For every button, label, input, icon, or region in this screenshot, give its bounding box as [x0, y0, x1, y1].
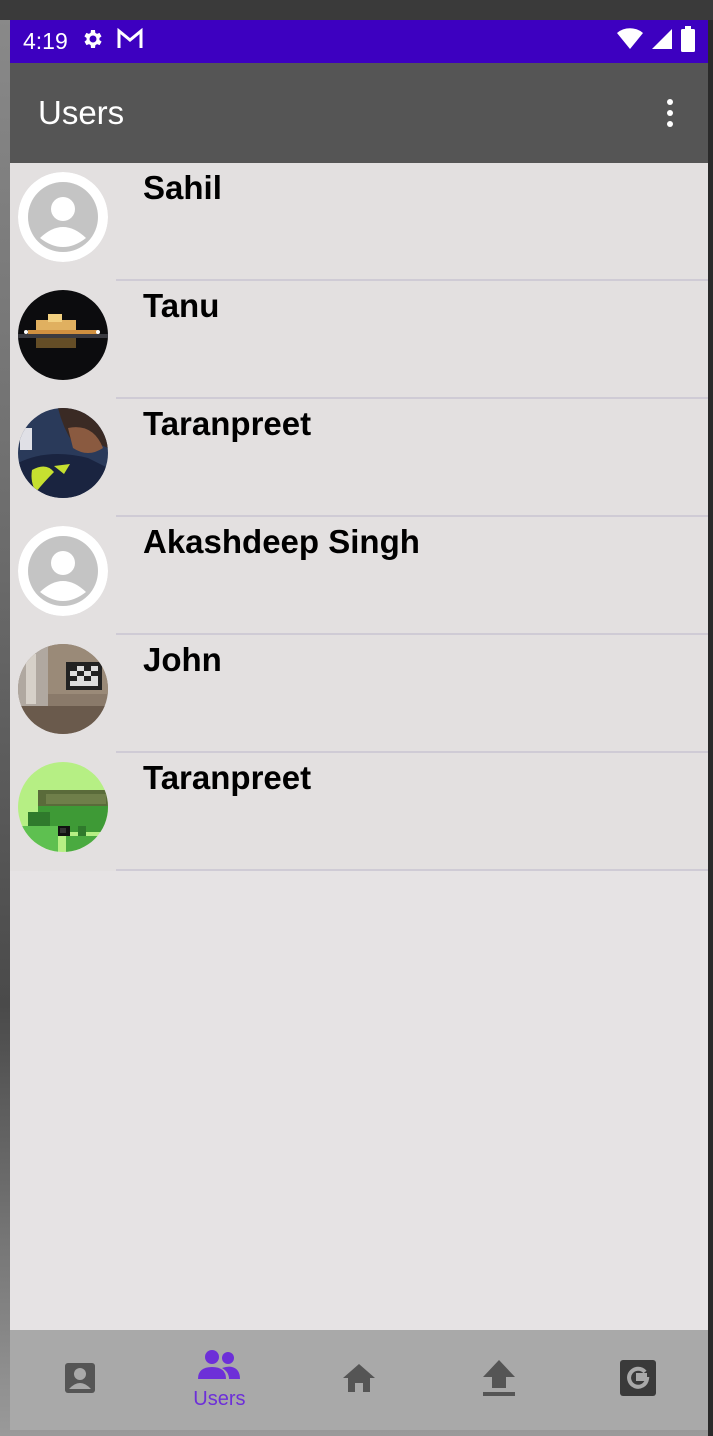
- more-vert-icon-dot: [667, 121, 673, 127]
- user-name: Taranpreet: [143, 759, 312, 796]
- avatar: [18, 526, 108, 616]
- group-icon: [198, 1349, 241, 1386]
- avatar: [18, 644, 108, 734]
- more-vert-icon: [667, 99, 673, 105]
- contact-icon: [63, 1361, 97, 1400]
- avatar: [18, 408, 108, 498]
- list-item[interactable]: Taranpreet: [10, 399, 708, 517]
- list-item[interactable]: Akashdeep Singh: [10, 517, 708, 635]
- user-name: Taranpreet: [143, 405, 312, 442]
- user-name: Sahil: [143, 169, 222, 206]
- upload-icon: [481, 1359, 517, 1402]
- nav-item-home[interactable]: [289, 1330, 429, 1430]
- status-time: 4:19: [23, 28, 68, 54]
- user-name: John: [143, 641, 222, 678]
- avatar: [18, 172, 108, 262]
- user-name: Akashdeep Singh: [143, 523, 420, 560]
- phone-screen: 4:19 Users Sahil Tanu Taranpreet Akashde…: [10, 20, 708, 1430]
- nav-item-profile[interactable]: [10, 1330, 150, 1430]
- home-icon: [342, 1363, 376, 1398]
- google-icon: [620, 1359, 657, 1401]
- more-vert-icon-dot: [667, 110, 673, 116]
- avatar: [18, 762, 108, 852]
- bottom-navigation: Users: [10, 1330, 708, 1430]
- more-options-button[interactable]: [660, 93, 680, 133]
- page-title: Users: [38, 94, 125, 131]
- nav-item-users[interactable]: Users: [150, 1330, 290, 1430]
- gmail-icon: [116, 27, 144, 56]
- list-item[interactable]: Taranpreet: [10, 753, 708, 871]
- app-bar: Users: [10, 63, 708, 163]
- signal-icon: [650, 27, 674, 57]
- users-list: Sahil Tanu Taranpreet Akashdeep Singh Jo…: [10, 163, 708, 871]
- desktop-background-edge: [708, 20, 713, 1436]
- gear-icon: [80, 27, 104, 57]
- battery-icon: [680, 25, 696, 58]
- avatar: [18, 290, 108, 380]
- nav-item-google[interactable]: [568, 1330, 708, 1430]
- desktop-background-top: [0, 0, 713, 20]
- list-item[interactable]: John: [10, 635, 708, 753]
- nav-label-users: Users: [193, 1388, 246, 1410]
- status-bar: 4:19: [10, 20, 708, 63]
- divider: [116, 869, 708, 871]
- user-name: Tanu: [143, 287, 220, 324]
- wifi-icon: [616, 27, 644, 57]
- list-item[interactable]: Tanu: [10, 281, 708, 399]
- list-item[interactable]: Sahil: [10, 163, 708, 281]
- nav-item-upload[interactable]: [429, 1330, 569, 1430]
